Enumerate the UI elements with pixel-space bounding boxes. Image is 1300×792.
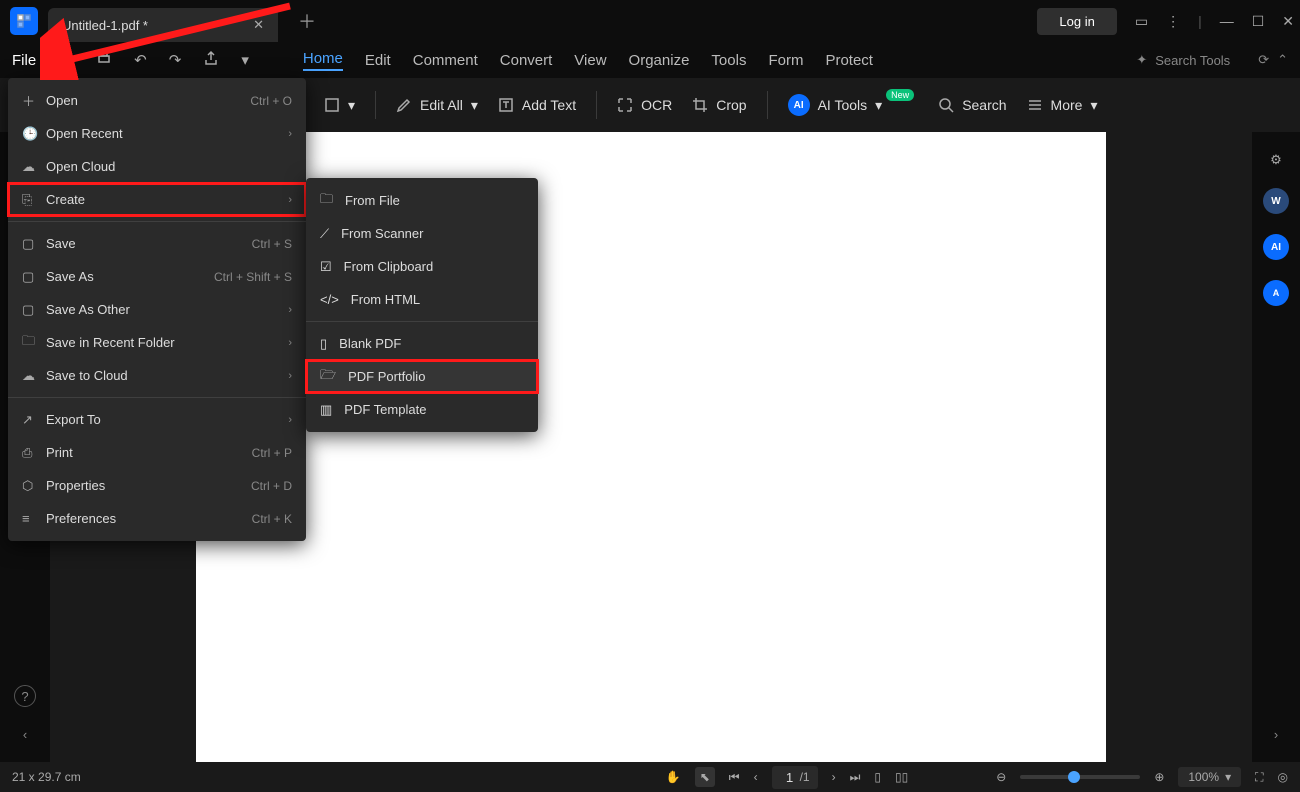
maximize-window-icon[interactable]: ☐	[1252, 13, 1265, 30]
zoom-level-select[interactable]: 100%▾	[1178, 767, 1241, 787]
file-menu-dropdown: ＋OpenCtrl + O 🕒Open Recent› ☁Open Cloud …	[8, 78, 306, 541]
dropdown-icon[interactable]: ▾	[241, 51, 249, 69]
print-icon[interactable]	[96, 50, 112, 70]
translate-icon[interactable]: A	[1263, 280, 1289, 306]
menu-save-as-other[interactable]: ▢Save As Other›	[8, 293, 306, 326]
more-button[interactable]: More▾	[1027, 97, 1098, 114]
tab-convert[interactable]: Convert	[500, 52, 553, 69]
menu-open-cloud[interactable]: ☁Open Cloud	[8, 150, 306, 183]
menu-save-as[interactable]: ▢Save AsCtrl + Shift + S	[8, 260, 306, 293]
submenu-from-file[interactable]: 🗀From File	[306, 184, 538, 217]
submenu-from-clipboard[interactable]: ☑From Clipboard	[306, 250, 538, 283]
select-tool-icon[interactable]: ⬉	[695, 767, 715, 787]
open-icon[interactable]	[58, 50, 74, 70]
collapse-right-icon[interactable]: ›	[1274, 727, 1278, 742]
menu-file[interactable]: File	[12, 52, 36, 69]
notification-icon[interactable]: ▭	[1135, 13, 1148, 30]
close-tab-icon[interactable]: ✕	[253, 17, 264, 33]
zoom-in-icon[interactable]: ⊕	[1154, 770, 1164, 784]
submenu-blank-pdf[interactable]: ▯Blank PDF	[306, 327, 538, 360]
prev-page-icon[interactable]: ‹	[754, 770, 758, 784]
menu-save[interactable]: ▢SaveCtrl + S	[8, 227, 306, 260]
ai-tools-button[interactable]: AIAI Tools▾New	[788, 94, 919, 116]
right-rail: ⚙ W AI A ›	[1252, 132, 1300, 762]
menu-properties[interactable]: ⬡PropertiesCtrl + D	[8, 469, 306, 502]
tab-home[interactable]: Home	[303, 50, 343, 71]
help-icon[interactable]: ?	[14, 685, 36, 707]
tab-title: Untitled-1.pdf *	[62, 18, 148, 33]
tab-edit[interactable]: Edit	[365, 52, 391, 69]
shape-tool[interactable]: ▾	[324, 97, 355, 114]
ocr-button[interactable]: OCR	[617, 97, 672, 113]
submenu-from-scanner[interactable]: ⟋From Scanner	[306, 217, 538, 250]
menu-open[interactable]: ＋OpenCtrl + O	[8, 84, 306, 117]
zoom-out-icon[interactable]: ⊖	[996, 770, 1006, 784]
tab-protect[interactable]: Protect	[825, 52, 873, 69]
hand-tool-icon[interactable]: ✋	[666, 770, 681, 784]
create-submenu: 🗀From File ⟋From Scanner ☑From Clipboard…	[306, 178, 538, 432]
next-page-icon[interactable]: ›	[832, 770, 836, 784]
titlebar: Untitled-1.pdf * ✕ ＋ Log in ▭ ⋮ | — ☐ ✕	[0, 0, 1300, 42]
minimize-window-icon[interactable]: —	[1220, 13, 1234, 29]
kebab-menu-icon[interactable]: ⋮	[1166, 13, 1180, 30]
zoom-slider[interactable]	[1020, 775, 1140, 779]
search-tools-label[interactable]: Search Tools	[1155, 53, 1230, 68]
first-page-icon[interactable]: ⏮	[729, 770, 740, 785]
menu-print[interactable]: ⎙PrintCtrl + P	[8, 436, 306, 469]
collapse-left-icon[interactable]: ‹	[23, 727, 27, 742]
share-icon[interactable]	[203, 50, 219, 70]
document-tab[interactable]: Untitled-1.pdf * ✕	[48, 8, 278, 42]
last-page-icon[interactable]: ⏭	[850, 770, 861, 785]
menu-preferences[interactable]: ≡PreferencesCtrl + K	[8, 502, 306, 535]
fit-width-icon[interactable]: ◎	[1278, 770, 1288, 784]
page-total: /1	[800, 770, 810, 784]
settings-sliders-icon[interactable]: ⚙	[1270, 152, 1282, 168]
submenu-pdf-template[interactable]: ▥PDF Template	[306, 393, 538, 426]
search-tools-icon: ✦	[1136, 52, 1147, 68]
submenu-from-html[interactable]: </>From HTML	[306, 283, 538, 316]
expand-icon[interactable]: ⌃	[1277, 52, 1288, 68]
sync-icon[interactable]: ⟳	[1258, 52, 1269, 68]
menu-save-cloud[interactable]: ☁Save to Cloud›	[8, 359, 306, 392]
menu-create[interactable]: ⎘Create›	[8, 183, 306, 216]
tab-tools[interactable]: Tools	[711, 52, 746, 69]
tab-organize[interactable]: Organize	[629, 52, 690, 69]
tab-comment[interactable]: Comment	[413, 52, 478, 69]
double-page-icon[interactable]: ▯▯	[895, 770, 908, 784]
app-logo-icon	[10, 7, 38, 35]
word-export-icon[interactable]: W	[1263, 188, 1289, 214]
menu-open-recent[interactable]: 🕒Open Recent›	[8, 117, 306, 150]
menu-export-to[interactable]: ↗Export To›	[8, 403, 306, 436]
redo-icon[interactable]: ↷	[169, 51, 182, 69]
tab-view[interactable]: View	[574, 52, 606, 69]
search-button[interactable]: Search	[938, 97, 1006, 113]
tab-form[interactable]: Form	[768, 52, 803, 69]
menu-save-recent-folder[interactable]: 🗀Save in Recent Folder›	[8, 326, 306, 359]
login-button[interactable]: Log in	[1037, 8, 1116, 35]
ai-sidebar-icon[interactable]: AI	[1263, 234, 1289, 260]
edit-all-button[interactable]: Edit All▾	[396, 97, 478, 114]
page-dimensions: 21 x 29.7 cm	[12, 770, 81, 784]
add-text-button[interactable]: Add Text	[498, 97, 576, 113]
page-number-input[interactable]	[780, 768, 800, 787]
fit-screen-icon[interactable]: ⛶	[1255, 770, 1263, 785]
undo-icon[interactable]: ↶	[134, 51, 147, 69]
crop-button[interactable]: Crop	[692, 97, 746, 113]
single-page-icon[interactable]: ▯	[874, 770, 881, 784]
menubar: File ↶ ↷ ▾ Home Edit Comment Convert Vie…	[0, 42, 1300, 78]
submenu-pdf-portfolio[interactable]: 🗁PDF Portfolio	[306, 360, 538, 393]
statusbar: 21 x 29.7 cm ✋ ⬉ ⏮ ‹ /1 › ⏭ ▯ ▯▯ ⊖ ⊕ 100…	[0, 762, 1300, 792]
close-window-icon[interactable]: ✕	[1282, 13, 1294, 30]
new-tab-button[interactable]: ＋	[298, 8, 316, 34]
